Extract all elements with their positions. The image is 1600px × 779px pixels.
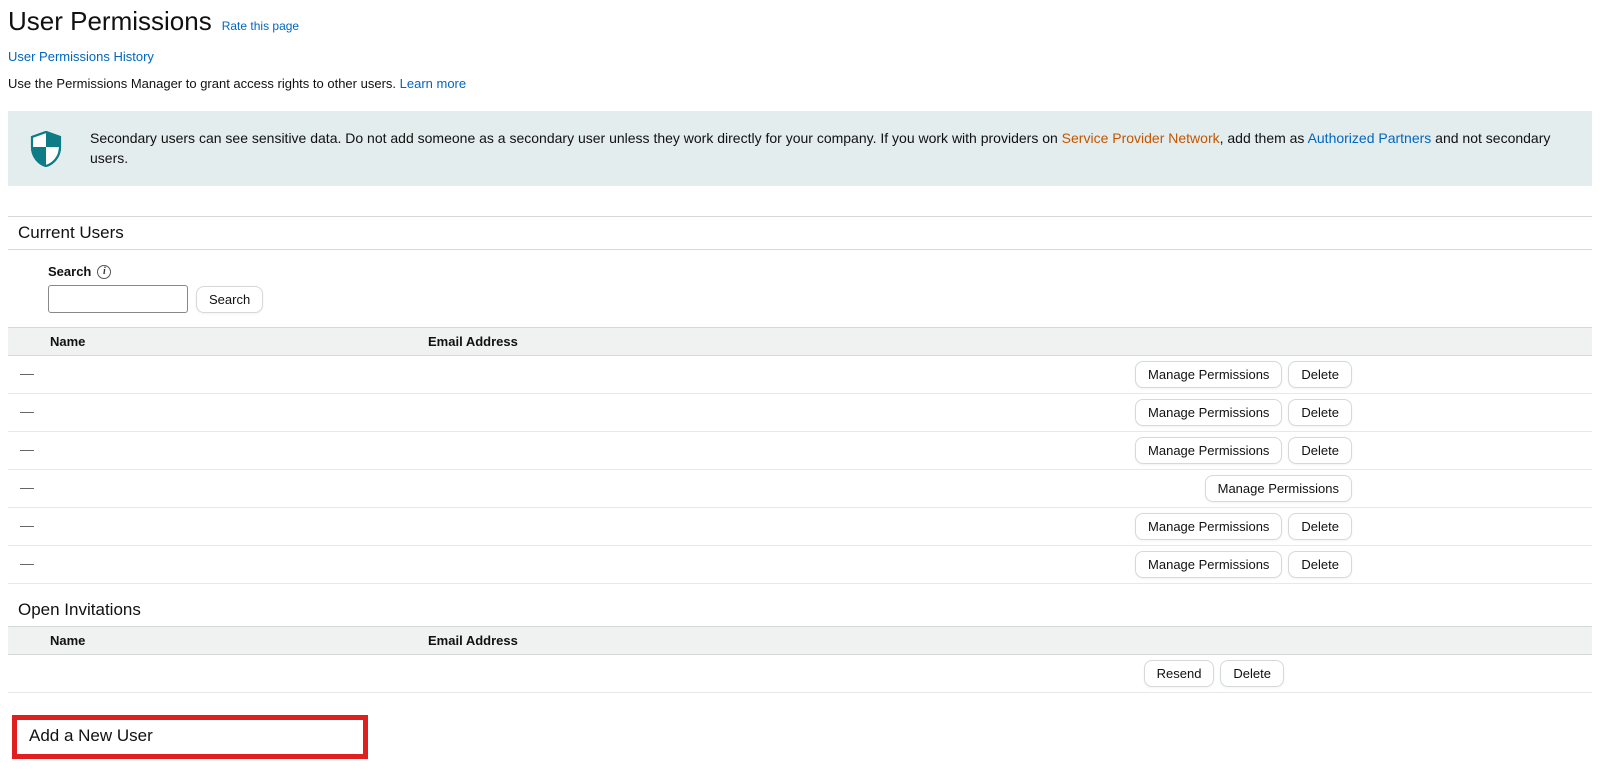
- user-name-placeholder: [20, 412, 34, 414]
- search-input[interactable]: [48, 285, 188, 313]
- banner-text-2: , add them as: [1220, 130, 1308, 146]
- banner-text-1: Secondary users can see sensitive data. …: [90, 130, 1062, 146]
- user-name-placeholder: [20, 564, 34, 566]
- rate-page-link[interactable]: Rate this page: [222, 19, 299, 33]
- info-icon[interactable]: i: [97, 265, 111, 279]
- manage-permissions-button[interactable]: Manage Permissions: [1135, 551, 1282, 578]
- delete-user-button[interactable]: Delete: [1288, 437, 1352, 464]
- user-row: Manage PermissionsDelete: [8, 508, 1592, 546]
- user-row: Manage PermissionsDelete: [8, 546, 1592, 584]
- manage-permissions-button[interactable]: Manage Permissions: [1205, 475, 1352, 502]
- user-row: Manage PermissionsDelete: [8, 394, 1592, 432]
- column-email: Email Address: [428, 334, 1162, 349]
- add-new-user-section[interactable]: Add a New User: [12, 715, 368, 759]
- delete-user-button[interactable]: Delete: [1288, 399, 1352, 426]
- resend-button[interactable]: Resend: [1144, 660, 1215, 687]
- current-users-section: Current Users Search i Search Name Email…: [8, 216, 1592, 584]
- manage-permissions-button[interactable]: Manage Permissions: [1135, 437, 1282, 464]
- search-button[interactable]: Search: [196, 286, 263, 313]
- open-invitations-section: Open Invitations Name Email Address Rese…: [8, 592, 1592, 693]
- search-label: Search: [48, 264, 91, 279]
- authorized-partners-link[interactable]: Authorized Partners: [1308, 130, 1432, 146]
- open-invitations-title: Open Invitations: [8, 592, 1592, 626]
- add-new-user-title: Add a New User: [29, 726, 153, 745]
- inv-column-email: Email Address: [428, 633, 1162, 648]
- user-name-placeholder: [20, 450, 34, 452]
- invitation-row: Resend Delete: [8, 655, 1592, 693]
- service-provider-network-link[interactable]: Service Provider Network: [1062, 130, 1220, 146]
- delete-invitation-button[interactable]: Delete: [1220, 660, 1284, 687]
- delete-user-button[interactable]: Delete: [1288, 551, 1352, 578]
- manage-permissions-button[interactable]: Manage Permissions: [1135, 361, 1282, 388]
- user-row: Manage PermissionsDelete: [8, 432, 1592, 470]
- inv-column-name: Name: [8, 633, 428, 648]
- users-table-header: Name Email Address: [8, 327, 1592, 356]
- permissions-history-link[interactable]: User Permissions History: [8, 49, 154, 64]
- page-title: User Permissions: [8, 6, 212, 37]
- column-name: Name: [8, 334, 428, 349]
- delete-user-button[interactable]: Delete: [1288, 513, 1352, 540]
- learn-more-link[interactable]: Learn more: [400, 76, 466, 91]
- manage-permissions-button[interactable]: Manage Permissions: [1135, 513, 1282, 540]
- info-banner: Secondary users can see sensitive data. …: [8, 111, 1592, 186]
- user-name-placeholder: [20, 488, 34, 490]
- invitations-table-header: Name Email Address: [8, 626, 1592, 655]
- current-users-title: Current Users: [8, 217, 1592, 250]
- description-prefix: Use the Permissions Manager to grant acc…: [8, 76, 400, 91]
- user-row: Manage Permissions: [8, 470, 1592, 508]
- delete-user-button[interactable]: Delete: [1288, 361, 1352, 388]
- manage-permissions-button[interactable]: Manage Permissions: [1135, 399, 1282, 426]
- user-name-placeholder: [20, 526, 34, 528]
- user-row: Manage PermissionsDelete: [8, 356, 1592, 394]
- shield-icon: [30, 131, 62, 167]
- user-name-placeholder: [20, 374, 34, 376]
- description-text: Use the Permissions Manager to grant acc…: [8, 76, 1592, 91]
